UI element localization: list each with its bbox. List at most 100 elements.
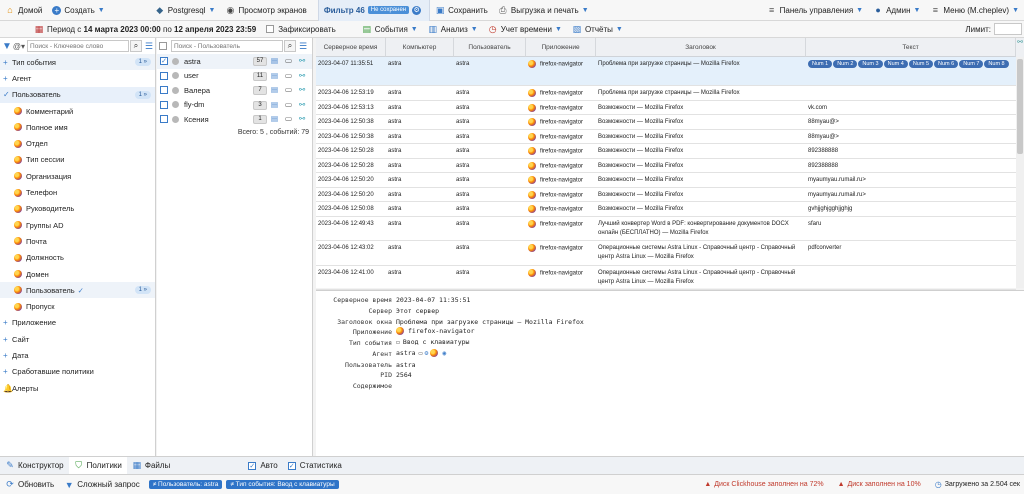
filter-item-pass[interactable]: Пропуск — [0, 298, 155, 314]
fix-checkbox[interactable]: Зафиксировать — [261, 21, 341, 38]
filter-item-full-name[interactable]: Полное имя — [0, 119, 155, 135]
filter-item-triggered-policies[interactable]: + Сработавшие политики — [0, 364, 155, 380]
user-row-user[interactable]: user 11 ▤ ▭ ⚯ — [157, 69, 312, 84]
table-row[interactable]: 2023-04-06 12:43:02 astra astra firefox-nav… — [316, 241, 1016, 266]
db-selector[interactable]: ◆ Postgresql ▼ — [150, 0, 221, 21]
filter-item-application[interactable]: + Приложение — [0, 315, 155, 331]
filter-item-ad-groups[interactable]: Группы AD — [0, 217, 155, 233]
col-header-title[interactable]: Заголовок — [596, 38, 806, 57]
checkbox[interactable]: ✓ — [160, 57, 168, 66]
filter-item-position[interactable]: Должность — [0, 250, 155, 266]
filter-icon[interactable]: ▼ — [2, 41, 12, 52]
filter-chip-event-type[interactable]: ≠ Тип события: Ввод с клавиатуры — [226, 480, 339, 489]
list-icon[interactable]: ☰ — [299, 41, 307, 52]
network-icon[interactable]: ⚯ — [299, 56, 308, 65]
table-row[interactable]: 2023-04-06 12:53:19 astra astra firefox-nav… — [316, 86, 1016, 101]
browser-icon[interactable] — [430, 349, 439, 357]
info-icon[interactable]: ◉ — [442, 349, 446, 357]
network-icon[interactable]: ⚯ — [299, 100, 308, 109]
checkbox[interactable]: ✓ — [248, 461, 257, 470]
list-icon[interactable]: ☰ — [145, 41, 153, 52]
filter-item-department[interactable]: Отдел — [0, 135, 155, 151]
checkbox[interactable]: ✓ — [287, 461, 296, 470]
filter-item-session-type[interactable]: Тип сессии — [0, 152, 155, 168]
user-row-fly-dm[interactable]: fly-dm 3 ▤ ▭ ⚯ — [157, 98, 312, 113]
filter-item-event-type[interactable]: + Тип события 1 » — [0, 54, 155, 71]
table-icon[interactable]: ▤ — [271, 100, 280, 109]
col-header-user[interactable]: Пользователь — [454, 38, 526, 57]
checkbox[interactable] — [160, 71, 168, 80]
table-icon[interactable]: ▤ — [271, 71, 280, 80]
filter-item-domain[interactable]: Домен — [0, 266, 155, 282]
analysis-menu[interactable]: ▥ Анализ ▼ — [423, 21, 483, 38]
export-button[interactable]: ⎙ Выгрузка и печать ▼ — [493, 0, 594, 21]
table-row[interactable]: 2023-04-06 12:50:28 astra astra firefox-nav… — [316, 144, 1016, 159]
home-button[interactable]: ⌂ Домой — [0, 0, 47, 21]
table-row[interactable]: 2023-04-06 12:50:08 astra astra firefox-nav… — [316, 202, 1016, 217]
expand-icon[interactable]: + — [3, 367, 12, 376]
collapse-icon[interactable]: ✓ — [3, 90, 12, 99]
scrollbar-thumb[interactable] — [1017, 59, 1023, 154]
menu-button[interactable]: ≡ Меню (M.cheplev) ▼ — [925, 0, 1024, 21]
monitor-icon[interactable]: ▭ — [285, 71, 294, 80]
at-icon[interactable]: @▾ — [13, 42, 25, 51]
expand-icon[interactable]: + — [3, 58, 12, 67]
monitor-icon[interactable]: ▭ — [285, 100, 294, 109]
table-icon[interactable]: ▤ — [271, 114, 280, 123]
filter-chip-user[interactable]: ≠ Пользователь: astra — [148, 480, 223, 489]
filter-item-site[interactable]: + Сайт — [0, 331, 155, 347]
table-row[interactable]: 2023-04-06 12:50:28 astra astra firefox-nav… — [316, 159, 1016, 173]
filter-item-agent[interactable]: + Агент — [0, 70, 155, 86]
filter-item-user[interactable]: ✓ Пользователь 1 » — [0, 86, 155, 103]
table-row[interactable]: 2023-04-06 12:49:43 astra astra firefox-nav… — [316, 217, 1016, 241]
tab-constructor[interactable]: ✎ Конструктор — [0, 457, 69, 475]
filter-item-date[interactable]: + Дата — [0, 347, 155, 363]
filter-item-manager[interactable]: Руководитель — [0, 201, 155, 217]
filter-item-user-sub[interactable]: Пользователь ✓ 1 » — [0, 282, 155, 299]
auto-checkbox[interactable]: ✓ Авто — [243, 457, 282, 475]
monitor-icon[interactable]: ▭ — [285, 85, 294, 94]
network-icon[interactable]: ⚯ — [299, 85, 308, 94]
mid-search-input[interactable] — [171, 40, 283, 52]
scrollbar[interactable] — [1016, 57, 1024, 288]
search-button[interactable]: ⌕ — [284, 40, 296, 52]
columns-settings-icon[interactable]: ⚯ — [1016, 38, 1024, 57]
complex-query-button[interactable]: ▼ Сложный запрос — [59, 475, 144, 494]
monitor-icon[interactable]: ▭ — [419, 349, 423, 357]
monitor-icon[interactable]: ▭ — [285, 56, 294, 65]
limit-input[interactable] — [994, 23, 1022, 35]
tab-files[interactable]: ▦ Файлы — [127, 457, 175, 475]
table-row[interactable]: 2023-04-06 12:50:20 astra astra firefox-nav… — [316, 173, 1016, 188]
checkbox[interactable] — [266, 25, 275, 33]
monitor-icon[interactable]: ▭ — [285, 114, 294, 123]
table-row[interactable]: 2023-04-06 12:50:38 astra astra firefox-nav… — [316, 115, 1016, 130]
col-header-time[interactable]: Серверное время — [316, 38, 386, 57]
gear-icon[interactable]: ⚙ — [425, 349, 429, 357]
time-accounting-menu[interactable]: ◷ Учет времени ▼ — [483, 21, 567, 38]
gear-icon[interactable]: ⚙ — [412, 5, 422, 15]
period-selector[interactable]: ▦ Период с 14 марта 2023 00:00 по 12 апр… — [0, 21, 261, 38]
table-icon[interactable]: ▤ — [271, 85, 280, 94]
col-header-app[interactable]: Приложение — [526, 38, 596, 57]
search-button[interactable]: ⌕ — [130, 40, 142, 52]
user-row-astra[interactable]: ✓ astra 57 ▤ ▭ ⚯ — [157, 54, 312, 69]
screens-button[interactable]: ◉ Просмотр экранов — [220, 0, 311, 21]
create-button[interactable]: + Создать ▼ — [47, 0, 109, 21]
checkbox[interactable] — [160, 100, 168, 109]
col-header-computer[interactable]: Компьютер — [386, 38, 454, 57]
filter-item-phone[interactable]: Телефон — [0, 184, 155, 200]
expand-icon[interactable]: + — [3, 318, 12, 327]
filter-item-organization[interactable]: Организация — [0, 168, 155, 184]
user-row-ksenia[interactable]: Ксения 1 ▤ ▭ ⚯ — [157, 112, 312, 127]
table-row[interactable]: 2023-04-06 12:41:00 astra astra firefox-nav… — [316, 266, 1016, 290]
control-panel-button[interactable]: ≡ Панель управления ▼ — [762, 0, 868, 21]
checkbox[interactable] — [160, 115, 168, 124]
filter-item-mail[interactable]: Почта — [0, 233, 155, 249]
col-header-text[interactable]: Текст — [806, 38, 1016, 57]
table-row[interactable]: 2023-04-07 11:35:51 astra astra firefox-nav… — [316, 57, 1016, 86]
events-menu[interactable]: ▤ События ▼ — [357, 21, 423, 38]
table-row[interactable]: 2023-04-06 12:50:38 astra astra firefox-nav… — [316, 130, 1016, 144]
table-row[interactable]: 2023-04-06 12:50:20 astra astra firefox-nav… — [316, 188, 1016, 202]
expand-icon[interactable]: + — [3, 74, 12, 83]
network-icon[interactable]: ⚯ — [299, 71, 308, 80]
